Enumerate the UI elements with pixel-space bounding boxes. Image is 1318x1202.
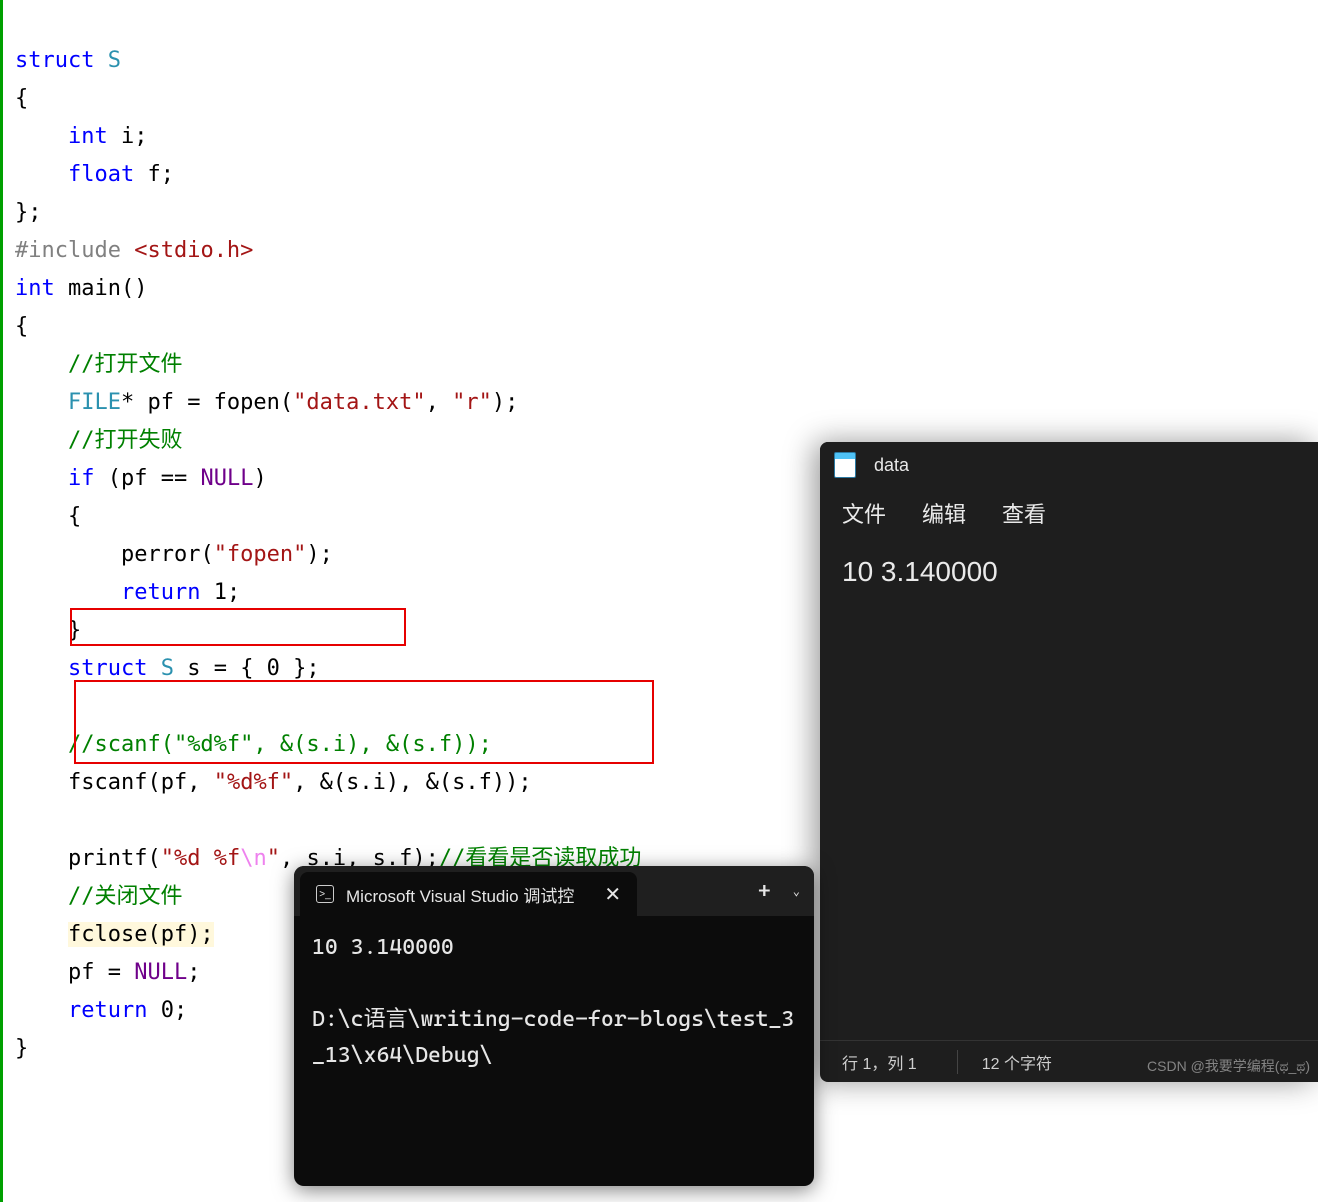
tab-dropdown-icon[interactable]: ⌄ xyxy=(787,884,814,898)
status-charcount: 12 个字符 xyxy=(957,1050,1052,1074)
terminal-tab-title: Microsoft Visual Studio 调试控 xyxy=(346,882,574,907)
terminal-line-1: 10 3.140000 xyxy=(312,935,454,960)
new-tab-button[interactable]: + xyxy=(742,879,787,904)
notepad-title: data xyxy=(874,455,909,476)
terminal-tab-icon: >_ xyxy=(316,885,334,903)
close-icon[interactable]: ✕ xyxy=(604,882,621,907)
watermark: CSDN @我要学编程(ಥ_ಥ) xyxy=(1147,1056,1310,1076)
notepad-icon xyxy=(834,452,856,478)
menu-file[interactable]: 文件 xyxy=(842,497,886,529)
notepad-content[interactable]: 10 3.140000 xyxy=(820,538,1318,1018)
notepad-titlebar[interactable]: data xyxy=(820,442,1318,488)
notepad-window[interactable]: data 文件 编辑 查看 10 3.140000 行 1，列 1 12 个字符 xyxy=(820,442,1318,1082)
terminal-output[interactable]: 10 3.140000 D:\c语言\writing-code-for-blog… xyxy=(294,916,814,1088)
menu-edit[interactable]: 编辑 xyxy=(922,497,966,529)
terminal-tabbar: >_ Microsoft Visual Studio 调试控 ✕ + ⌄ xyxy=(294,866,814,916)
menu-view[interactable]: 查看 xyxy=(1002,497,1046,529)
status-position: 行 1，列 1 xyxy=(842,1050,917,1074)
terminal-line-2: D:\c语言\writing-code-for-blogs\test_3_13\… xyxy=(312,1007,794,1068)
notepad-menubar: 文件 编辑 查看 xyxy=(820,488,1318,538)
terminal-window[interactable]: >_ Microsoft Visual Studio 调试控 ✕ + ⌄ 10 … xyxy=(294,866,814,1186)
terminal-tab[interactable]: >_ Microsoft Visual Studio 调试控 ✕ xyxy=(300,872,637,916)
